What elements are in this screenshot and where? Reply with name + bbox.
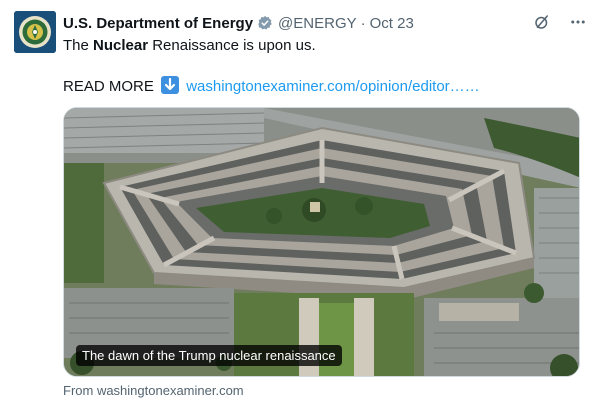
read-more-label: READ MORE <box>63 78 154 95</box>
pentagon-aerial-image <box>64 108 579 376</box>
separator-dot: · <box>360 14 366 32</box>
grok-icon[interactable] <box>532 12 552 32</box>
author-handle[interactable]: @ENERGY <box>278 15 357 32</box>
author-name[interactable]: U.S. Department of Energy <box>63 15 253 32</box>
down-arrow-emoji-icon <box>161 76 180 94</box>
doe-seal-icon <box>14 11 56 53</box>
header-actions <box>532 12 588 32</box>
post-date[interactable]: Oct 23 <box>370 15 414 32</box>
tweet-text: The Nuclear Renaissance is upon us. <box>63 37 316 54</box>
article-link[interactable]: washingtonexaminer.com/opinion/editor…… <box>186 78 480 95</box>
verified-badge-icon <box>257 15 273 31</box>
media-caption: The dawn of the Trump nuclear renaissanc… <box>76 345 342 366</box>
tweet-text-bold: Nuclear <box>93 37 149 54</box>
tweet-text-prefix: The <box>63 37 94 54</box>
article-image[interactable]: The dawn of the Trump nuclear renaissanc… <box>63 107 580 377</box>
tweet-card[interactable]: U.S. Department of Energy @ENERGY · Oct … <box>0 0 602 407</box>
read-more-line: READ MORE washingtonexaminer.com/opinion… <box>63 76 480 95</box>
tweet-text-suffix: Renaissance is upon us. <box>148 37 316 54</box>
more-options-icon[interactable] <box>568 12 588 32</box>
tweet-header: U.S. Department of Energy @ENERGY · Oct … <box>63 12 588 34</box>
avatar[interactable] <box>14 11 56 53</box>
link-source[interactable]: From washingtonexaminer.com <box>63 383 244 398</box>
